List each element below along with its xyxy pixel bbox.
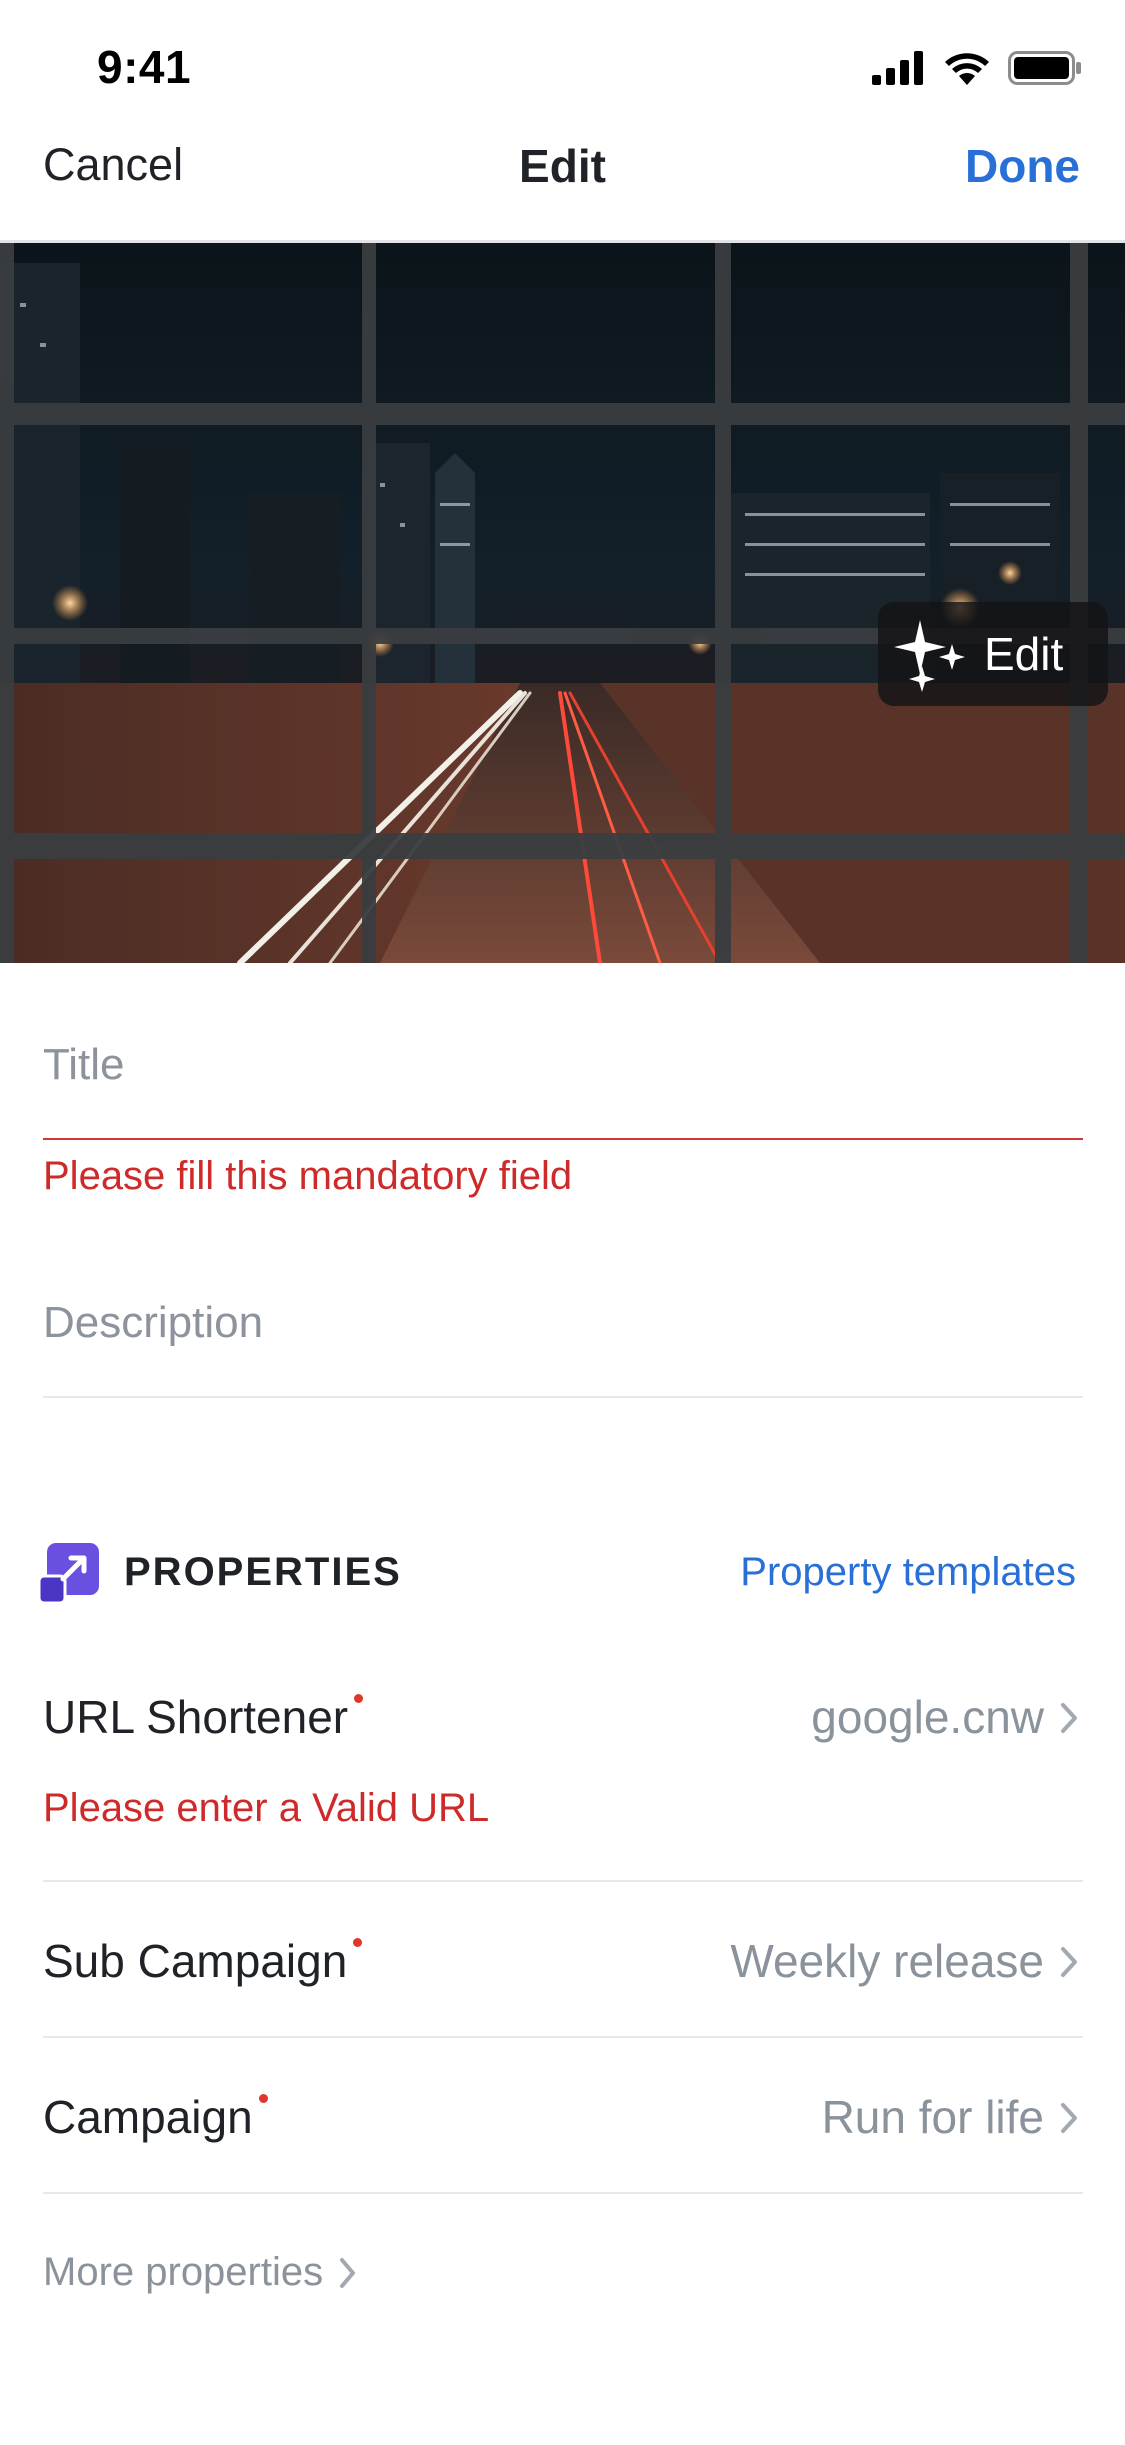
chevron-right-icon <box>1061 1703 1077 1733</box>
campaign-value[interactable]: Run for life <box>822 2090 1044 2144</box>
battery-icon <box>1008 51 1081 85</box>
campaign-label: Campaign <box>43 2091 253 2143</box>
properties-heading: PROPERTIES <box>124 1550 402 1594</box>
sub-campaign-row[interactable]: Sub Campaign <box>43 1934 363 1988</box>
signal-icon <box>872 51 923 85</box>
more-properties-button[interactable]: More properties <box>43 2250 359 2295</box>
row-divider <box>43 2192 1083 2194</box>
campaign-row[interactable]: Campaign <box>43 2090 268 2144</box>
edit-photo-label: Edit <box>984 628 1064 680</box>
edit-photo-button[interactable]: Edit <box>878 602 1108 706</box>
title-error: Please fill this mandatory field <box>43 1154 573 1198</box>
required-dot <box>258 2094 268 2103</box>
url-shortener-value[interactable]: google.cnw <box>811 1690 1044 1744</box>
properties-icon <box>39 1543 99 1603</box>
sub-campaign-value[interactable]: Weekly release <box>730 1934 1044 1988</box>
description-field-underline <box>43 1396 1083 1398</box>
url-shortener-error: Please enter a Valid URL <box>43 1786 490 1830</box>
title-field[interactable]: Title <box>43 1040 125 1090</box>
url-shortener-row[interactable]: URL Shortener <box>43 1690 364 1744</box>
url-shortener-label: URL Shortener <box>43 1691 349 1743</box>
required-dot <box>353 1938 363 1947</box>
sub-campaign-label: Sub Campaign <box>43 1935 348 1987</box>
chevron-right-icon <box>1061 2103 1077 2133</box>
status-icons <box>872 48 1082 88</box>
chevron-right-icon <box>1061 1947 1077 1977</box>
description-field[interactable]: Description <box>43 1298 263 1348</box>
page-title: Edit <box>519 140 606 192</box>
chevron-right-icon <box>340 2257 356 2288</box>
done-button[interactable]: Done <box>965 139 1080 193</box>
required-dot <box>354 1694 364 1703</box>
more-properties-label: More properties <box>43 2250 324 2294</box>
title-field-underline <box>43 1138 1083 1140</box>
row-divider <box>43 1880 1083 1882</box>
property-templates-link[interactable]: Property templates <box>740 1550 1076 1595</box>
row-divider <box>43 2036 1083 2038</box>
status-time: 9:41 <box>97 41 192 93</box>
wifi-icon <box>945 53 989 85</box>
sparkles-icon <box>894 620 965 692</box>
